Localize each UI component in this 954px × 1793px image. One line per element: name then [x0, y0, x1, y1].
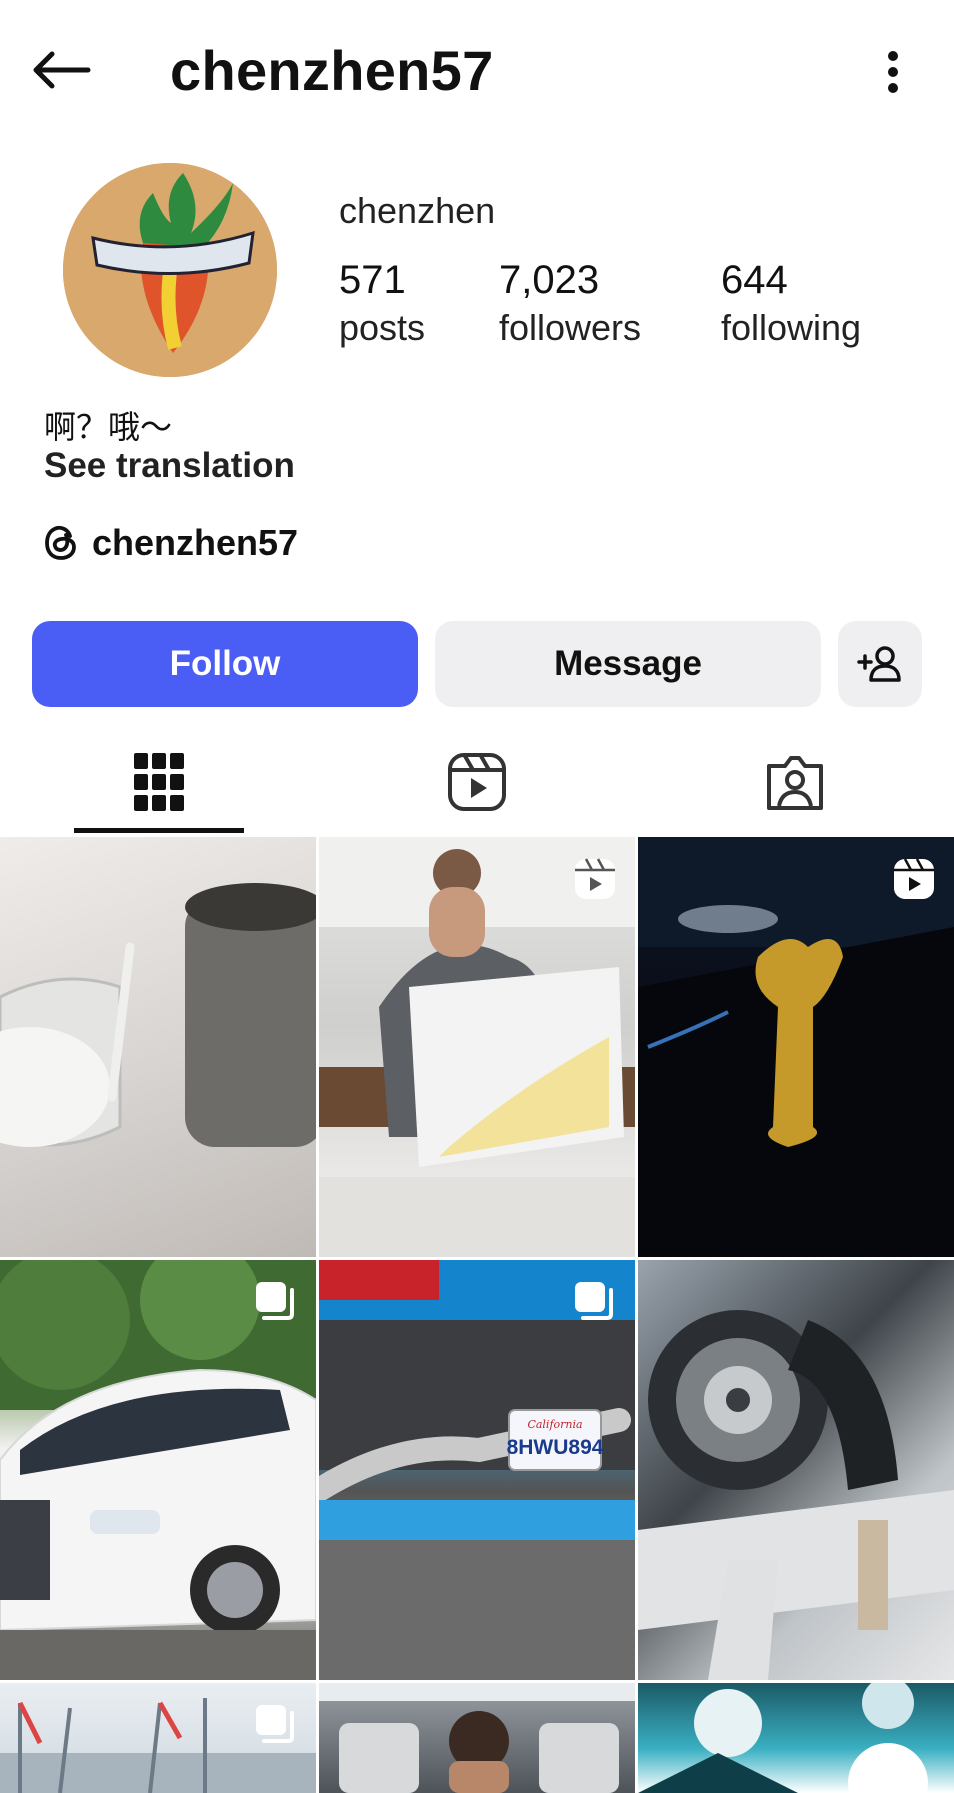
- tab-grid[interactable]: [0, 730, 318, 834]
- post-tile[interactable]: [0, 1683, 316, 1793]
- license-plate-state: California: [527, 1418, 582, 1431]
- post-image: [319, 1683, 635, 1793]
- full-name: chenzhen: [339, 190, 496, 231]
- tab-reels[interactable]: [318, 730, 636, 834]
- back-button[interactable]: [30, 40, 100, 100]
- profile-username-title: chenzhen57: [170, 39, 494, 102]
- carousel-icon: [254, 1703, 298, 1752]
- message-button[interactable]: Message: [435, 621, 821, 707]
- threads-handle: chenzhen57: [92, 522, 299, 563]
- post-image: [0, 883, 316, 1147]
- add-user-icon: [857, 646, 901, 682]
- post-image: [638, 1310, 954, 1680]
- arrow-left-icon: [33, 51, 91, 89]
- avatar[interactable]: [63, 163, 277, 377]
- following-count-label: following: [721, 307, 862, 348]
- followers-count-value: 7,023: [499, 258, 600, 302]
- post-tile[interactable]: [638, 1260, 954, 1680]
- more-options-button[interactable]: [878, 42, 908, 102]
- carousel-icon: [254, 1280, 298, 1329]
- post-tile[interactable]: California 8HWU894: [319, 1260, 635, 1680]
- profile-tabs: [0, 730, 954, 834]
- reel-icon: [573, 857, 617, 906]
- follow-button[interactable]: Follow: [32, 621, 418, 707]
- active-tab-indicator: [74, 828, 244, 833]
- license-plate-number: 8HWU894: [507, 1436, 604, 1459]
- posts-count-value: 571: [339, 258, 406, 302]
- post-tile[interactable]: [0, 837, 316, 1257]
- post-tile[interactable]: [319, 1683, 635, 1793]
- followers-count-label: followers: [499, 307, 642, 348]
- carousel-icon: [573, 1280, 617, 1329]
- reels-icon: [448, 753, 506, 811]
- post-image: [638, 1683, 928, 1793]
- avatar-image: [63, 163, 277, 377]
- following-count[interactable]: 644 following: [721, 258, 861, 354]
- post-tile[interactable]: [638, 1683, 954, 1793]
- add-user-button[interactable]: [838, 621, 922, 707]
- post-tile[interactable]: [319, 837, 635, 1257]
- tab-tagged[interactable]: [636, 730, 954, 834]
- posts-count[interactable]: 571 posts: [339, 258, 425, 354]
- top-bar: chenzhen57: [0, 0, 954, 140]
- following-count-value: 644: [721, 258, 788, 302]
- see-translation-link[interactable]: See translation: [44, 446, 295, 486]
- post-tile[interactable]: [638, 837, 954, 1257]
- reel-icon: [892, 857, 936, 906]
- posts-grid: California 8HWU894: [0, 837, 954, 1793]
- post-tile[interactable]: [0, 1260, 316, 1680]
- tagged-user-icon: [767, 756, 823, 810]
- bio-text: 啊？哦～: [44, 408, 173, 446]
- grid-icon: [134, 753, 184, 811]
- followers-count[interactable]: 7,023 followers: [499, 258, 641, 354]
- vertical-dots-icon: [888, 51, 898, 93]
- threads-icon: [45, 525, 76, 560]
- posts-count-label: posts: [339, 307, 426, 348]
- threads-link[interactable]: chenzhen57: [44, 522, 298, 564]
